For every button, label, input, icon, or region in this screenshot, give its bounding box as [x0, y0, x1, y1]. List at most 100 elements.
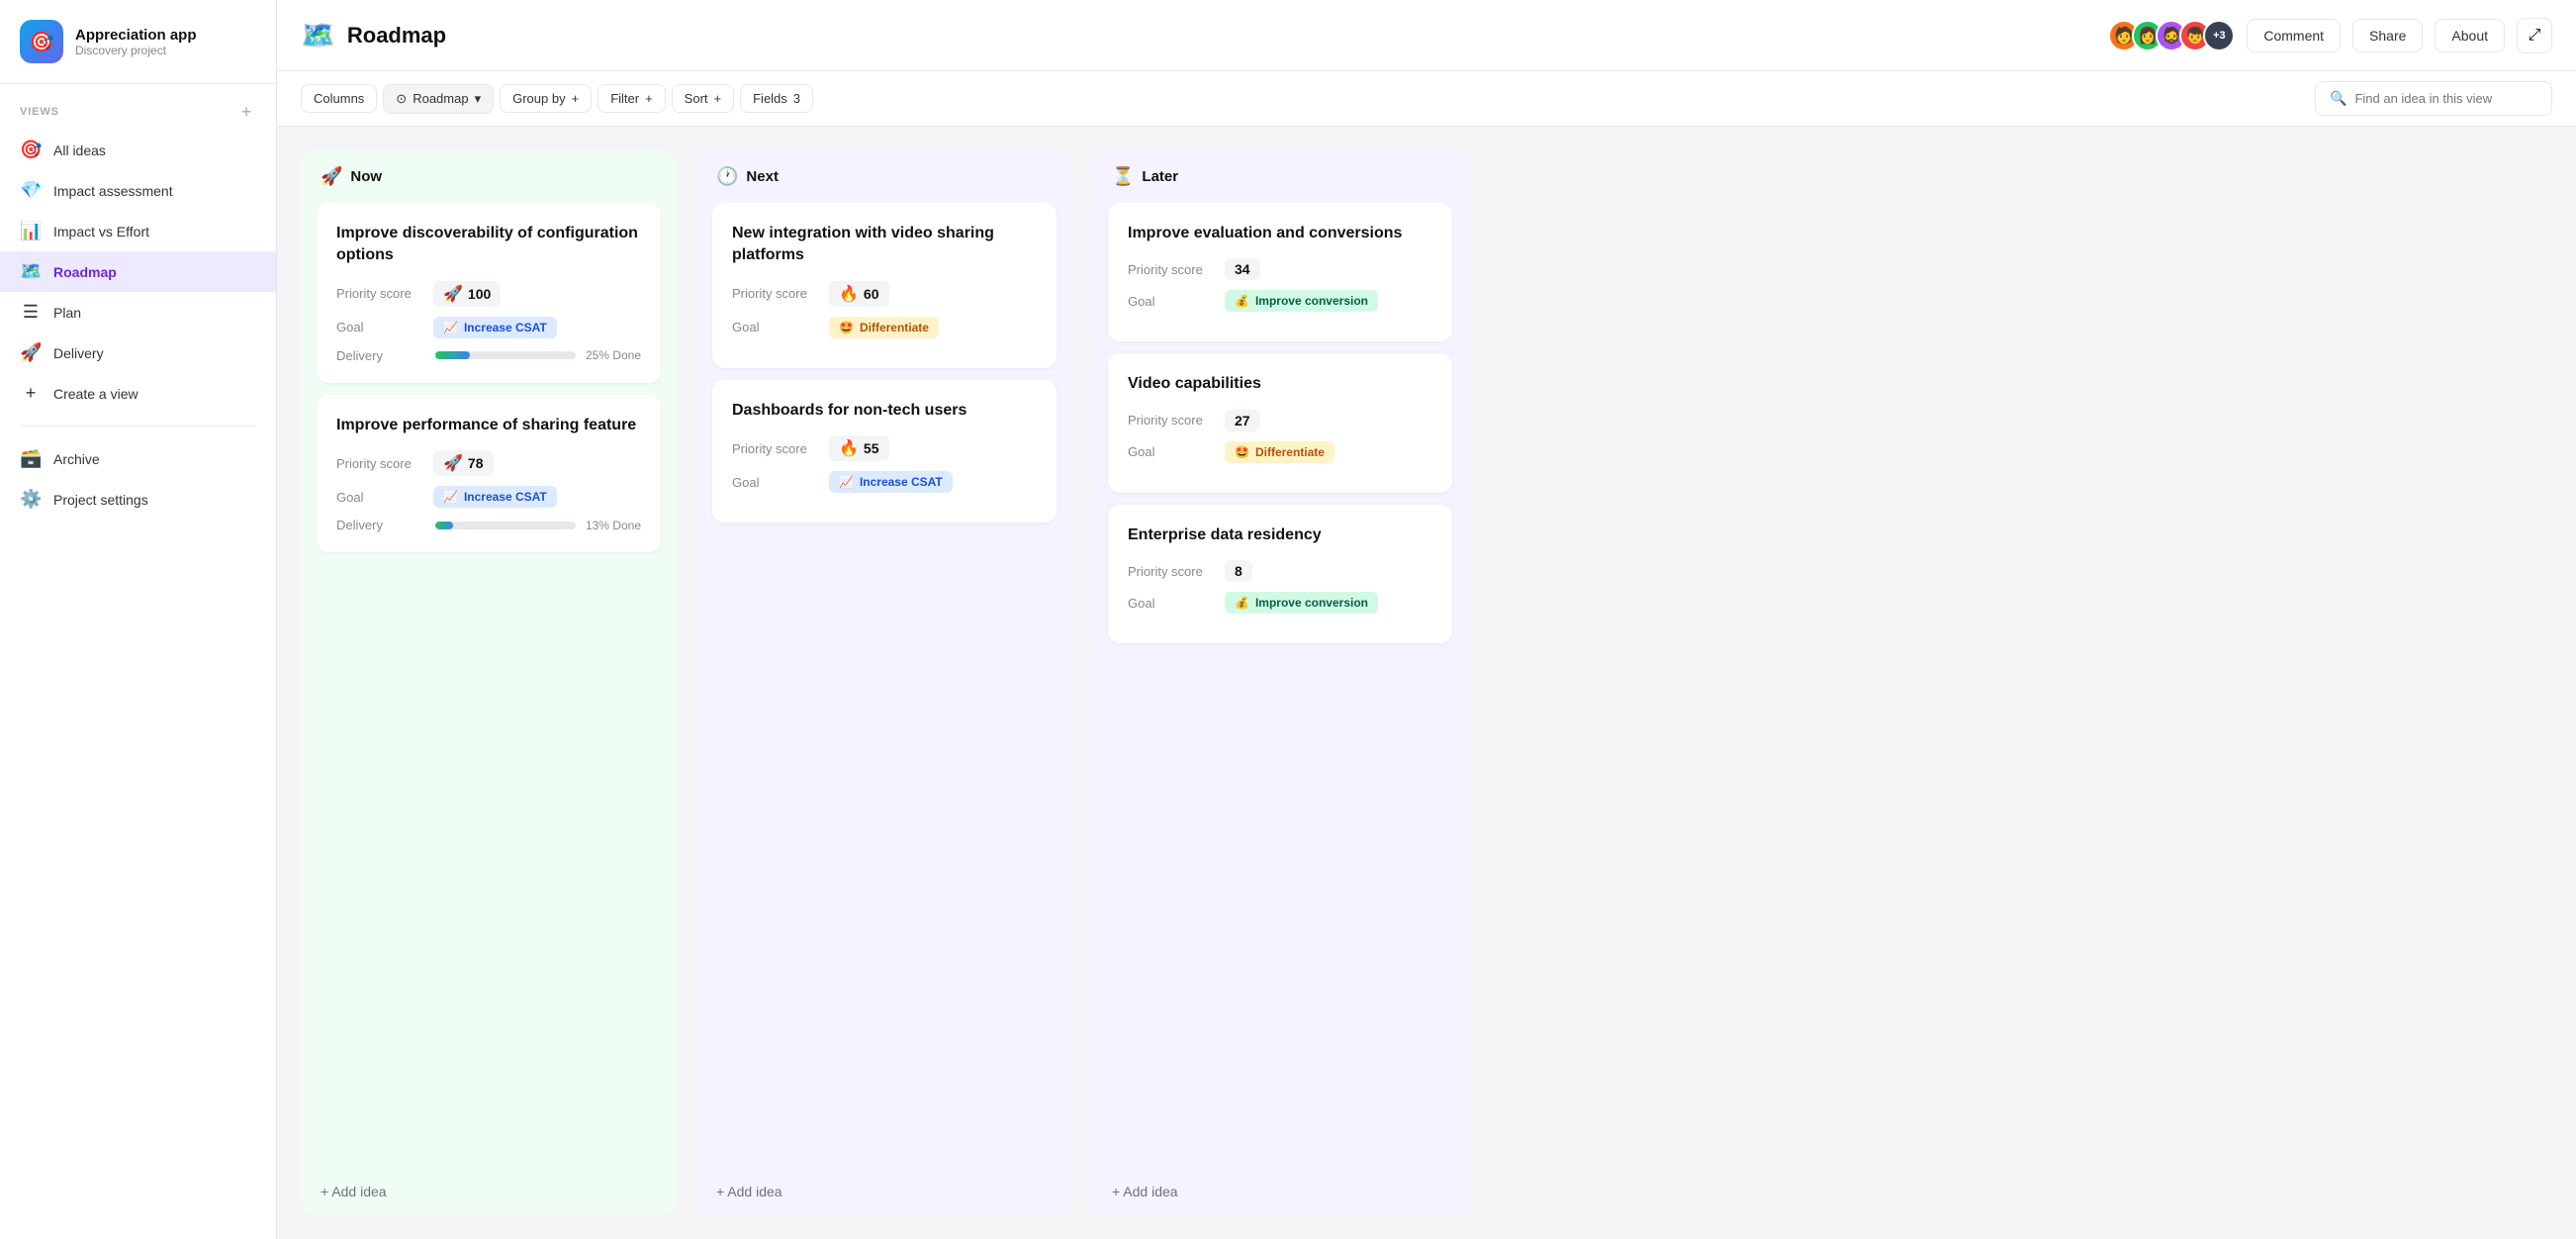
goal-value: Increase CSAT	[464, 321, 547, 334]
priority-label: Priority score	[1128, 262, 1217, 277]
priority-field: Priority score 8	[1128, 560, 1432, 582]
expand-button[interactable]: ⤢	[2517, 18, 2552, 53]
score-emoji: 🔥	[839, 284, 859, 304]
progress-bar	[435, 351, 576, 359]
topbar-right: 🧑 👩 🧔 👦 +3 Comment Share About ⤢	[2108, 18, 2552, 53]
goal-field: Goal 💰 Improve conversion	[1128, 592, 1432, 614]
card-enterprise-data[interactable]: Enterprise data residency Priority score…	[1108, 505, 1452, 643]
topbar-left: 🗺️ Roadmap	[301, 19, 446, 51]
card-dashboards[interactable]: Dashboards for non-tech users Priority s…	[712, 380, 1057, 523]
search-box[interactable]: 🔍	[2315, 81, 2552, 116]
delivery-label: Delivery	[336, 518, 425, 532]
card-title: Improve discoverability of configuration…	[336, 223, 641, 267]
goal-emoji: 📈	[443, 490, 458, 504]
filter-button[interactable]: Filter +	[598, 84, 665, 113]
goal-value: Improve conversion	[1255, 294, 1368, 308]
score-value: 27	[1225, 410, 1260, 431]
columns-button[interactable]: Columns	[301, 84, 377, 113]
score-value: 78	[468, 455, 484, 471]
add-idea-next[interactable]: + Add idea	[696, 1168, 1072, 1215]
roadmap-icon: 🗺️	[20, 261, 42, 282]
columns-label: Columns	[314, 91, 364, 106]
priority-field: Priority score 34	[1128, 258, 1432, 280]
add-idea-now[interactable]: + Add idea	[301, 1168, 677, 1215]
card-video-capabilities[interactable]: Video capabilities Priority score 27 Goa…	[1108, 353, 1452, 492]
fields-button[interactable]: Fields 3	[740, 84, 813, 113]
now-cards: Improve discoverability of configuration…	[301, 203, 677, 1168]
comment-button[interactable]: Comment	[2247, 19, 2341, 52]
score-badge: 🔥 60	[829, 281, 889, 307]
goal-badge: 📈 Increase CSAT	[433, 486, 557, 508]
goal-emoji: 🤩	[839, 321, 854, 334]
goal-value: Increase CSAT	[464, 490, 547, 504]
archive-icon: 🗃️	[20, 448, 42, 469]
later-label: Later	[1142, 168, 1178, 185]
score-value: 8	[1225, 560, 1252, 582]
score-emoji: 🚀	[443, 453, 463, 473]
card-sharing[interactable]: Improve performance of sharing feature P…	[317, 395, 661, 552]
plan-icon: ☰	[20, 302, 42, 323]
priority-label: Priority score	[732, 286, 821, 301]
goal-field: Goal 📈 Increase CSAT	[336, 486, 641, 508]
sidebar-item-label: Create a view	[53, 386, 138, 402]
avatar-count: +3	[2203, 20, 2235, 51]
avatars-group: 🧑 👩 🧔 👦 +3	[2108, 20, 2235, 51]
sidebar-item-project-settings[interactable]: ⚙️ Project settings	[0, 479, 276, 520]
delivery-row: Delivery 13% Done	[336, 518, 641, 532]
sidebar-item-create-view[interactable]: + Create a view	[0, 373, 276, 414]
goal-emoji: 🤩	[1235, 445, 1249, 459]
sidebar-item-impact-assessment[interactable]: 💎 Impact assessment	[0, 170, 276, 211]
card-title: Video capabilities	[1128, 373, 1432, 395]
toolbar: Columns ⊙ Roadmap ▾ Group by + Filter + …	[277, 71, 2576, 127]
about-button[interactable]: About	[2435, 19, 2505, 52]
sidebar-item-archive[interactable]: 🗃️ Archive	[0, 438, 276, 479]
app-name: Appreciation app	[75, 27, 197, 44]
goal-field: Goal 💰 Improve conversion	[1128, 290, 1432, 312]
goal-emoji: 💰	[1235, 294, 1249, 308]
settings-icon: ⚙️	[20, 489, 42, 510]
app-icon: 🎯	[20, 20, 63, 63]
goal-label: Goal	[732, 320, 821, 334]
card-video-integration[interactable]: New integration with video sharing platf…	[712, 203, 1057, 368]
card-title: Enterprise data residency	[1128, 524, 1432, 546]
goal-label: Goal	[336, 320, 425, 334]
roadmap-button[interactable]: ⊙ Roadmap ▾	[383, 84, 494, 114]
card-evaluation[interactable]: Improve evaluation and conversions Prior…	[1108, 203, 1452, 341]
group-by-button[interactable]: Group by +	[500, 84, 592, 113]
roadmap-chevron-icon: ▾	[475, 91, 482, 107]
sort-button[interactable]: Sort +	[672, 84, 734, 113]
goal-label: Goal	[1128, 294, 1217, 309]
now-label: Now	[350, 168, 382, 185]
card-discoverability[interactable]: Improve discoverability of configuration…	[317, 203, 661, 383]
priority-field: Priority score 🚀 100	[336, 281, 641, 307]
sidebar-header: 🎯 Appreciation app Discovery project	[0, 0, 276, 84]
sidebar-item-label: Delivery	[53, 345, 104, 361]
sidebar-item-label: Archive	[53, 451, 100, 467]
goal-emoji: 📈	[839, 475, 854, 489]
goal-badge: 🤩 Differentiate	[829, 317, 939, 338]
add-view-button[interactable]: +	[236, 102, 256, 122]
score-badge: 🚀 100	[433, 281, 501, 307]
later-icon: ⏳	[1112, 166, 1134, 187]
add-idea-later[interactable]: + Add idea	[1092, 1168, 1468, 1215]
roadmap-dropdown-icon: ⊙	[396, 91, 407, 107]
sidebar-item-all-ideas[interactable]: 🎯 All ideas	[0, 130, 276, 170]
goal-value: Increase CSAT	[860, 475, 943, 489]
sidebar: 🎯 Appreciation app Discovery project VIE…	[0, 0, 277, 1239]
sidebar-item-label: Roadmap	[53, 264, 117, 280]
share-button[interactable]: Share	[2352, 19, 2423, 52]
sidebar-nav: VIEWS + 🎯 All ideas 💎 Impact assessment …	[0, 84, 276, 1239]
sidebar-item-delivery[interactable]: 🚀 Delivery	[0, 333, 276, 373]
sidebar-item-label: Impact vs Effort	[53, 224, 149, 239]
delivery-row: Delivery 25% Done	[336, 348, 641, 363]
sidebar-item-impact-vs-effort[interactable]: 📊 Impact vs Effort	[0, 211, 276, 251]
score-value: 34	[1225, 258, 1260, 280]
goal-label: Goal	[1128, 596, 1217, 611]
priority-label: Priority score	[1128, 413, 1217, 428]
sidebar-item-roadmap[interactable]: 🗺️ Roadmap	[0, 251, 276, 292]
fields-count: 3	[793, 91, 800, 106]
goal-value: Differentiate	[1255, 445, 1325, 459]
goal-emoji: 💰	[1235, 596, 1249, 610]
sidebar-item-plan[interactable]: ☰ Plan	[0, 292, 276, 333]
search-input[interactable]	[2354, 91, 2537, 106]
